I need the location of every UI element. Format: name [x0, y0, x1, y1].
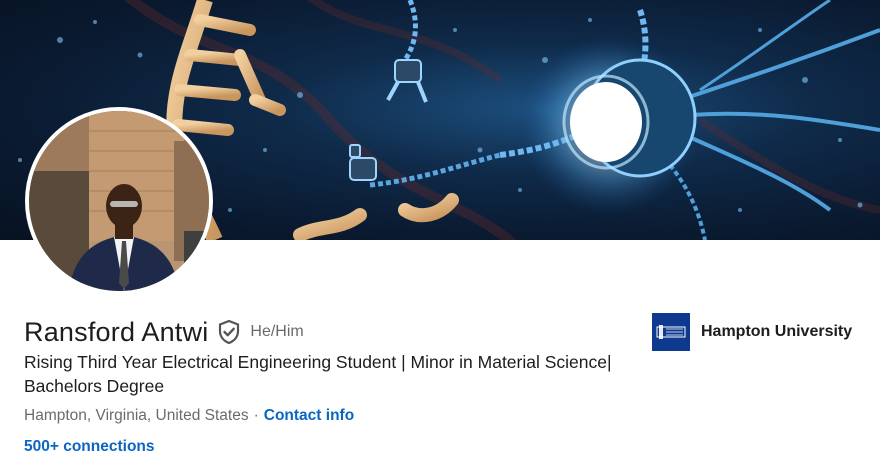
verified-shield-icon[interactable] — [218, 320, 240, 344]
separator-dot: · — [253, 407, 259, 424]
connections-link[interactable]: 500+ connections — [24, 438, 155, 456]
profile-photo[interactable] — [25, 107, 213, 295]
pronouns: He/Him — [250, 323, 304, 340]
university-tower-icon — [652, 313, 690, 351]
education-name: Hampton University — [701, 323, 853, 340]
contact-info-link[interactable]: Contact info — [264, 407, 354, 425]
education-hampton-university[interactable]: Hampton University — [652, 313, 852, 351]
profile-headline: Rising Third Year Electrical Engineering… — [24, 352, 612, 396]
profile-photo-image — [29, 111, 209, 291]
location-text: Hampton, Virginia, United States — [24, 407, 249, 424]
location-row: Hampton, Virginia, United States · Conta… — [24, 407, 354, 425]
profile-name: Ransford Antwi — [24, 316, 209, 347]
name-row: Ransford Antwi He/Him — [24, 315, 304, 349]
profile-card: Ransford Antwi He/Him Rising Third Year … — [0, 0, 880, 461]
